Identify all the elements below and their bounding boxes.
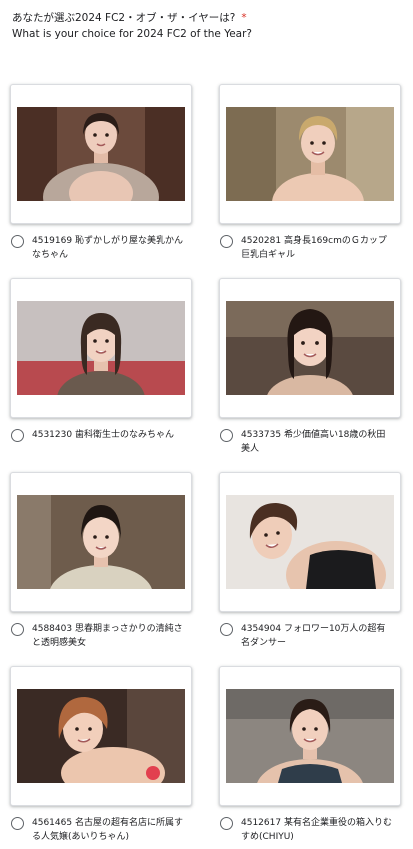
option-photo [17, 301, 185, 395]
option-photo [17, 689, 185, 783]
option-label-row[interactable]: 4561465 名古屋の超有名店に所属する人気嬢(あいりちゃん) [10, 816, 192, 844]
option-photo [226, 301, 394, 395]
choice-option: 4512617 某有名企業重役の箱入りむすめ(CHIYU) [219, 666, 401, 844]
photo-placeholder-icon [17, 495, 185, 589]
option-image-card[interactable] [10, 666, 192, 806]
photo-placeholder-icon [226, 107, 394, 201]
radio-button[interactable] [11, 429, 24, 442]
option-image-card[interactable] [219, 472, 401, 612]
radio-button[interactable] [220, 429, 233, 442]
option-image-card[interactable] [219, 666, 401, 806]
option-image-card[interactable] [10, 84, 192, 224]
option-photo [226, 495, 394, 589]
photo-placeholder-icon [226, 301, 394, 395]
option-photo [226, 107, 394, 201]
option-image-card[interactable] [10, 278, 192, 418]
option-label: 4531230 歯科衛生士のなみちゃん [32, 430, 174, 440]
option-label-row[interactable]: 4520281 高身長169cmのＧカップ巨乳白ギャル [219, 234, 401, 262]
option-label-row[interactable]: 4533735 希少価値高い18歳の秋田美人 [219, 428, 401, 456]
choice-option: 4588403 思春期まっさかりの清純さと透明感美女 [10, 472, 192, 650]
option-label-row[interactable]: 4512617 某有名企業重役の箱入りむすめ(CHIYU) [219, 816, 401, 844]
choice-option: 4519169 恥ずかしがり屋な美乳かんなちゃん [10, 84, 192, 262]
option-photo [17, 495, 185, 589]
option-label: 4561465 名古屋の超有名店に所属する人気嬢(あいりちゃん) [32, 818, 183, 842]
radio-button[interactable] [11, 623, 24, 636]
option-photo [226, 689, 394, 783]
photo-placeholder-icon [17, 301, 185, 395]
radio-button[interactable] [11, 817, 24, 830]
option-photo [17, 107, 185, 201]
option-grid: 4519169 恥ずかしがり屋な美乳かんなちゃん 4520281 高身長169c… [0, 0, 413, 849]
radio-button[interactable] [11, 235, 24, 248]
option-label: 4519169 恥ずかしがり屋な美乳かんなちゃん [32, 236, 183, 260]
radio-button[interactable] [220, 235, 233, 248]
choice-option: 4561465 名古屋の超有名店に所属する人気嬢(あいりちゃん) [10, 666, 192, 844]
choice-option: 4520281 高身長169cmのＧカップ巨乳白ギャル [219, 84, 401, 262]
radio-button[interactable] [220, 817, 233, 830]
option-label: 4533735 希少価値高い18歳の秋田美人 [241, 430, 386, 454]
choice-option: 4531230 歯科衛生士のなみちゃん [10, 278, 192, 442]
photo-placeholder-icon [17, 689, 185, 783]
option-image-card[interactable] [10, 472, 192, 612]
photo-placeholder-icon [226, 495, 394, 589]
photo-placeholder-icon [17, 107, 185, 201]
choice-option: 4354904 フォロワー10万人の超有名ダンサー [219, 472, 401, 650]
option-label-row[interactable]: 4531230 歯科衛生士のなみちゃん [10, 428, 192, 442]
option-image-card[interactable] [219, 84, 401, 224]
option-label-row[interactable]: 4519169 恥ずかしがり屋な美乳かんなちゃん [10, 234, 192, 262]
option-label: 4588403 思春期まっさかりの清純さと透明感美女 [32, 624, 183, 648]
option-image-card[interactable] [219, 278, 401, 418]
option-label-row[interactable]: 4354904 フォロワー10万人の超有名ダンサー [219, 622, 401, 650]
option-label: 4354904 フォロワー10万人の超有名ダンサー [241, 624, 386, 648]
option-label: 4512617 某有名企業重役の箱入りむすめ(CHIYU) [241, 818, 392, 842]
option-label: 4520281 高身長169cmのＧカップ巨乳白ギャル [241, 236, 387, 260]
choice-option: 4533735 希少価値高い18歳の秋田美人 [219, 278, 401, 456]
radio-button[interactable] [220, 623, 233, 636]
photo-placeholder-icon [226, 689, 394, 783]
option-label-row[interactable]: 4588403 思春期まっさかりの清純さと透明感美女 [10, 622, 192, 650]
